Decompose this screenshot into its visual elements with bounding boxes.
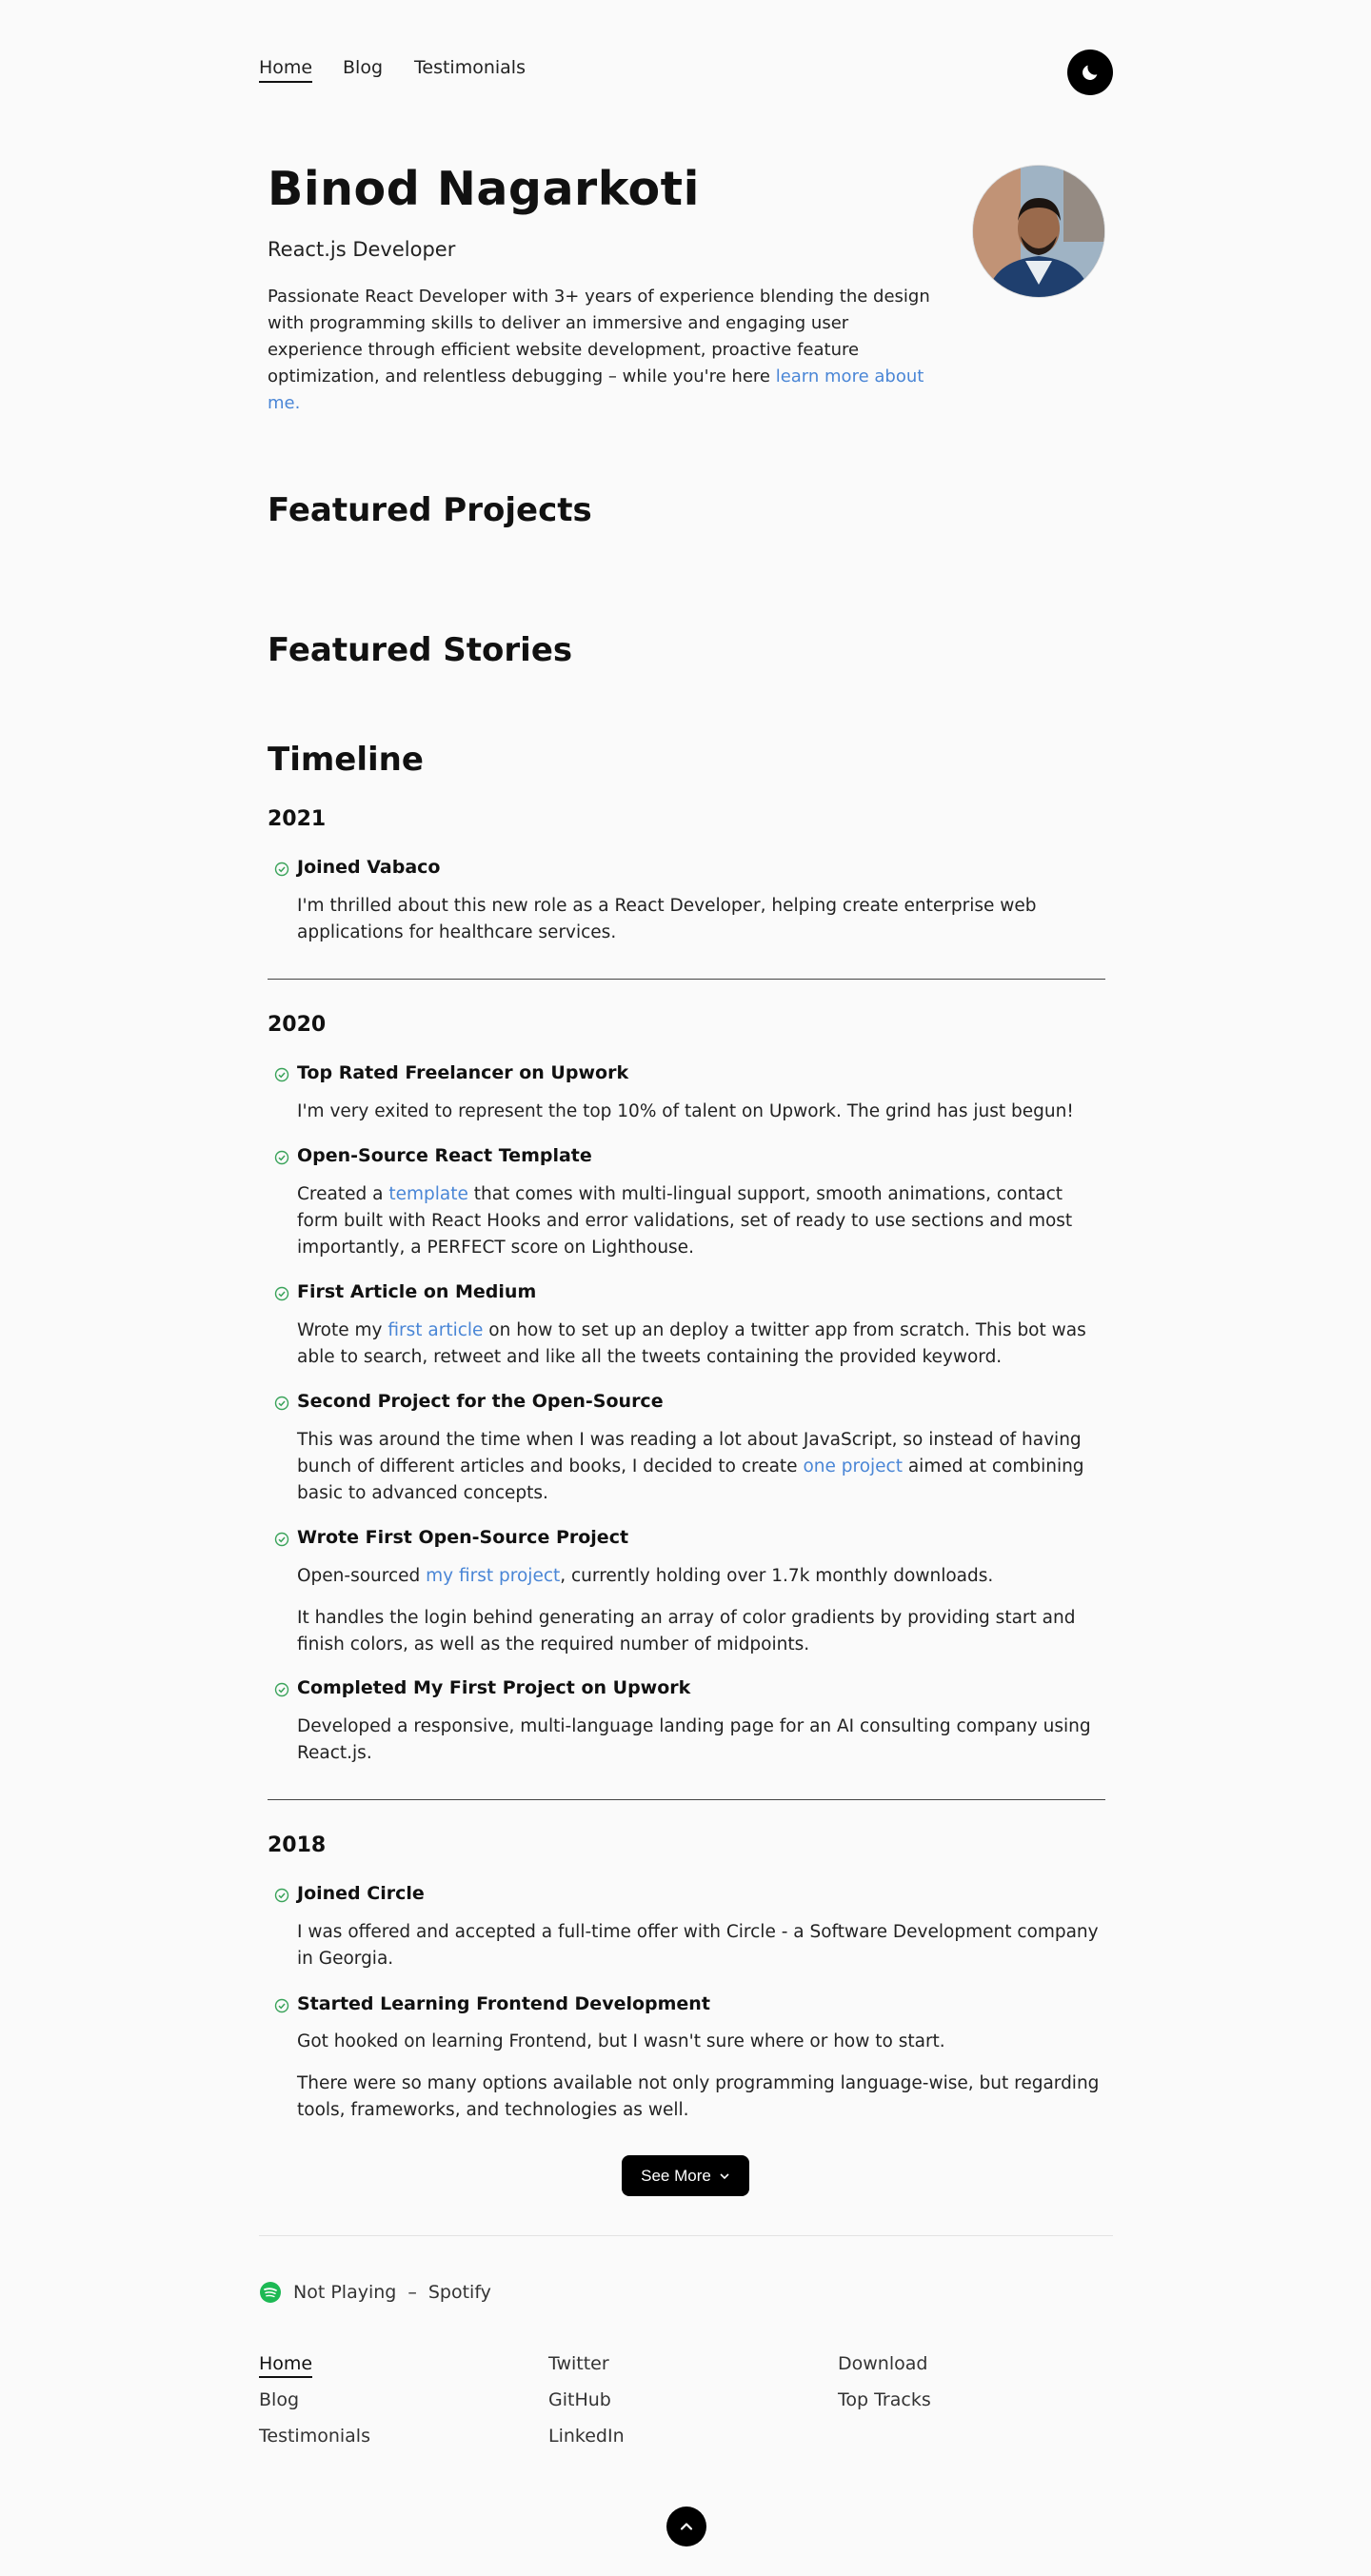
footer-top-tracks-link[interactable]: Top Tracks (838, 2389, 931, 2410)
spotify-icon (260, 2282, 281, 2303)
footer-download-link[interactable]: Download (838, 2353, 927, 2374)
timeline-entry-text: It handles the login behind generating a… (297, 1608, 1076, 1655)
entry-text-part: Wrote my (297, 1320, 388, 1340)
footer-divider (259, 2235, 1113, 2236)
template-link[interactable]: template (388, 1184, 468, 1204)
nav-testimonials-link[interactable]: Testimonials (414, 57, 526, 78)
timeline-entry-title: Joined Circle (297, 1883, 425, 1904)
footer-testimonials-link[interactable]: Testimonials (259, 2426, 370, 2447)
timeline-year-2021: 2021 (268, 807, 327, 831)
spotify-separator: – (407, 2282, 417, 2303)
timeline-entry-title: Completed My First Project on Upwork (297, 1677, 691, 1698)
one-project-link[interactable]: one project (803, 1456, 903, 1476)
top-nav: Home Blog Testimonials (259, 50, 1113, 95)
my-first-project-link[interactable]: my first project (426, 1566, 560, 1586)
timeline-heading: Timeline (268, 741, 424, 779)
timeline-entry-title: Open-Source React Template (297, 1145, 592, 1166)
timeline-divider (268, 979, 1105, 980)
check-icon (274, 1067, 289, 1082)
avatar-portrait (973, 166, 1104, 297)
first-article-link[interactable]: first article (387, 1320, 483, 1340)
timeline-entry-text: I'm thrilled about this new role as a Re… (297, 896, 1037, 942)
footer-home-link[interactable]: Home (259, 2353, 313, 2378)
timeline-entry-title: Joined Vabaco (297, 857, 441, 878)
nav-blog-link[interactable]: Blog (343, 57, 383, 78)
timeline-entry-text: Created a template that comes with multi… (297, 1181, 1106, 1261)
check-icon (274, 862, 289, 877)
entry-text-part: Created a (297, 1184, 389, 1204)
spotify-status: Not Playing – Spotify (259, 2281, 491, 2304)
footer-blog-link[interactable]: Blog (259, 2389, 299, 2410)
chevron-down-icon (720, 2172, 729, 2179)
timeline-divider (268, 1799, 1105, 1800)
footer-linkedin-link[interactable]: LinkedIn (548, 2426, 625, 2447)
timeline-entry-text: There were so many options available not… (297, 2073, 1100, 2120)
back-to-top-button[interactable] (666, 2507, 706, 2546)
timeline-entry-title: Top Rated Freelancer on Upwork (297, 1062, 629, 1083)
avatar (973, 166, 1104, 297)
check-icon (274, 1888, 289, 1903)
check-icon (274, 1286, 289, 1301)
hero-role: React.js Developer (268, 238, 456, 261)
timeline-entry-title: Wrote First Open-Source Project (297, 1527, 629, 1548)
check-icon (274, 1532, 289, 1547)
timeline-entry-text: Developed a responsive, multi-language l… (297, 1716, 1091, 1763)
timeline-entry-text: Open-sourced my first project, currently… (297, 1563, 1106, 1590)
entry-text-part: Open-sourced (297, 1566, 427, 1586)
spotify-now-playing: Not Playing (293, 2282, 397, 2303)
timeline-entry-text: Wrote my first article on how to set up … (297, 1318, 1106, 1371)
timeline-entry-title: First Article on Medium (297, 1281, 537, 1302)
featured-projects-heading: Featured Projects (268, 491, 592, 529)
moon-icon (1083, 65, 1098, 80)
timeline-entry-text: Got hooked on learning Frontend, but I w… (297, 2031, 945, 2051)
check-icon (274, 1396, 289, 1411)
timeline-entry-text: I'm very exited to represent the top 10%… (297, 1101, 1074, 1121)
spotify-service: Spotify (427, 2282, 491, 2303)
timeline-entry-text: This was around the time when I was read… (297, 1427, 1106, 1507)
check-icon (274, 1682, 289, 1697)
check-icon (274, 1150, 289, 1165)
timeline-entry-title: Second Project for the Open-Source (297, 1391, 664, 1412)
see-more-label: See More (641, 2166, 711, 2185)
check-icon (274, 1998, 289, 2013)
timeline-year-2020: 2020 (268, 1013, 327, 1037)
timeline-year-2018: 2018 (268, 1833, 327, 1857)
footer-twitter-link[interactable]: Twitter (548, 2353, 609, 2374)
timeline-entry-text: I was offered and accepted a full-time o… (297, 1922, 1099, 1969)
chevron-up-icon (680, 2523, 693, 2530)
theme-toggle-button[interactable] (1067, 50, 1113, 95)
footer-github-link[interactable]: GitHub (548, 2389, 611, 2410)
featured-stories-heading: Featured Stories (268, 631, 573, 669)
timeline-entry-title: Started Learning Frontend Development (297, 1993, 710, 2014)
entry-text-part: , currently holding over 1.7k monthly do… (560, 1566, 994, 1586)
nav-home-link[interactable]: Home (259, 57, 313, 83)
see-more-button[interactable]: See More (622, 2155, 749, 2196)
hero-name: Binod Nagarkoti (268, 162, 700, 216)
hero-bio: Passionate React Developer with 3+ years… (268, 284, 945, 417)
